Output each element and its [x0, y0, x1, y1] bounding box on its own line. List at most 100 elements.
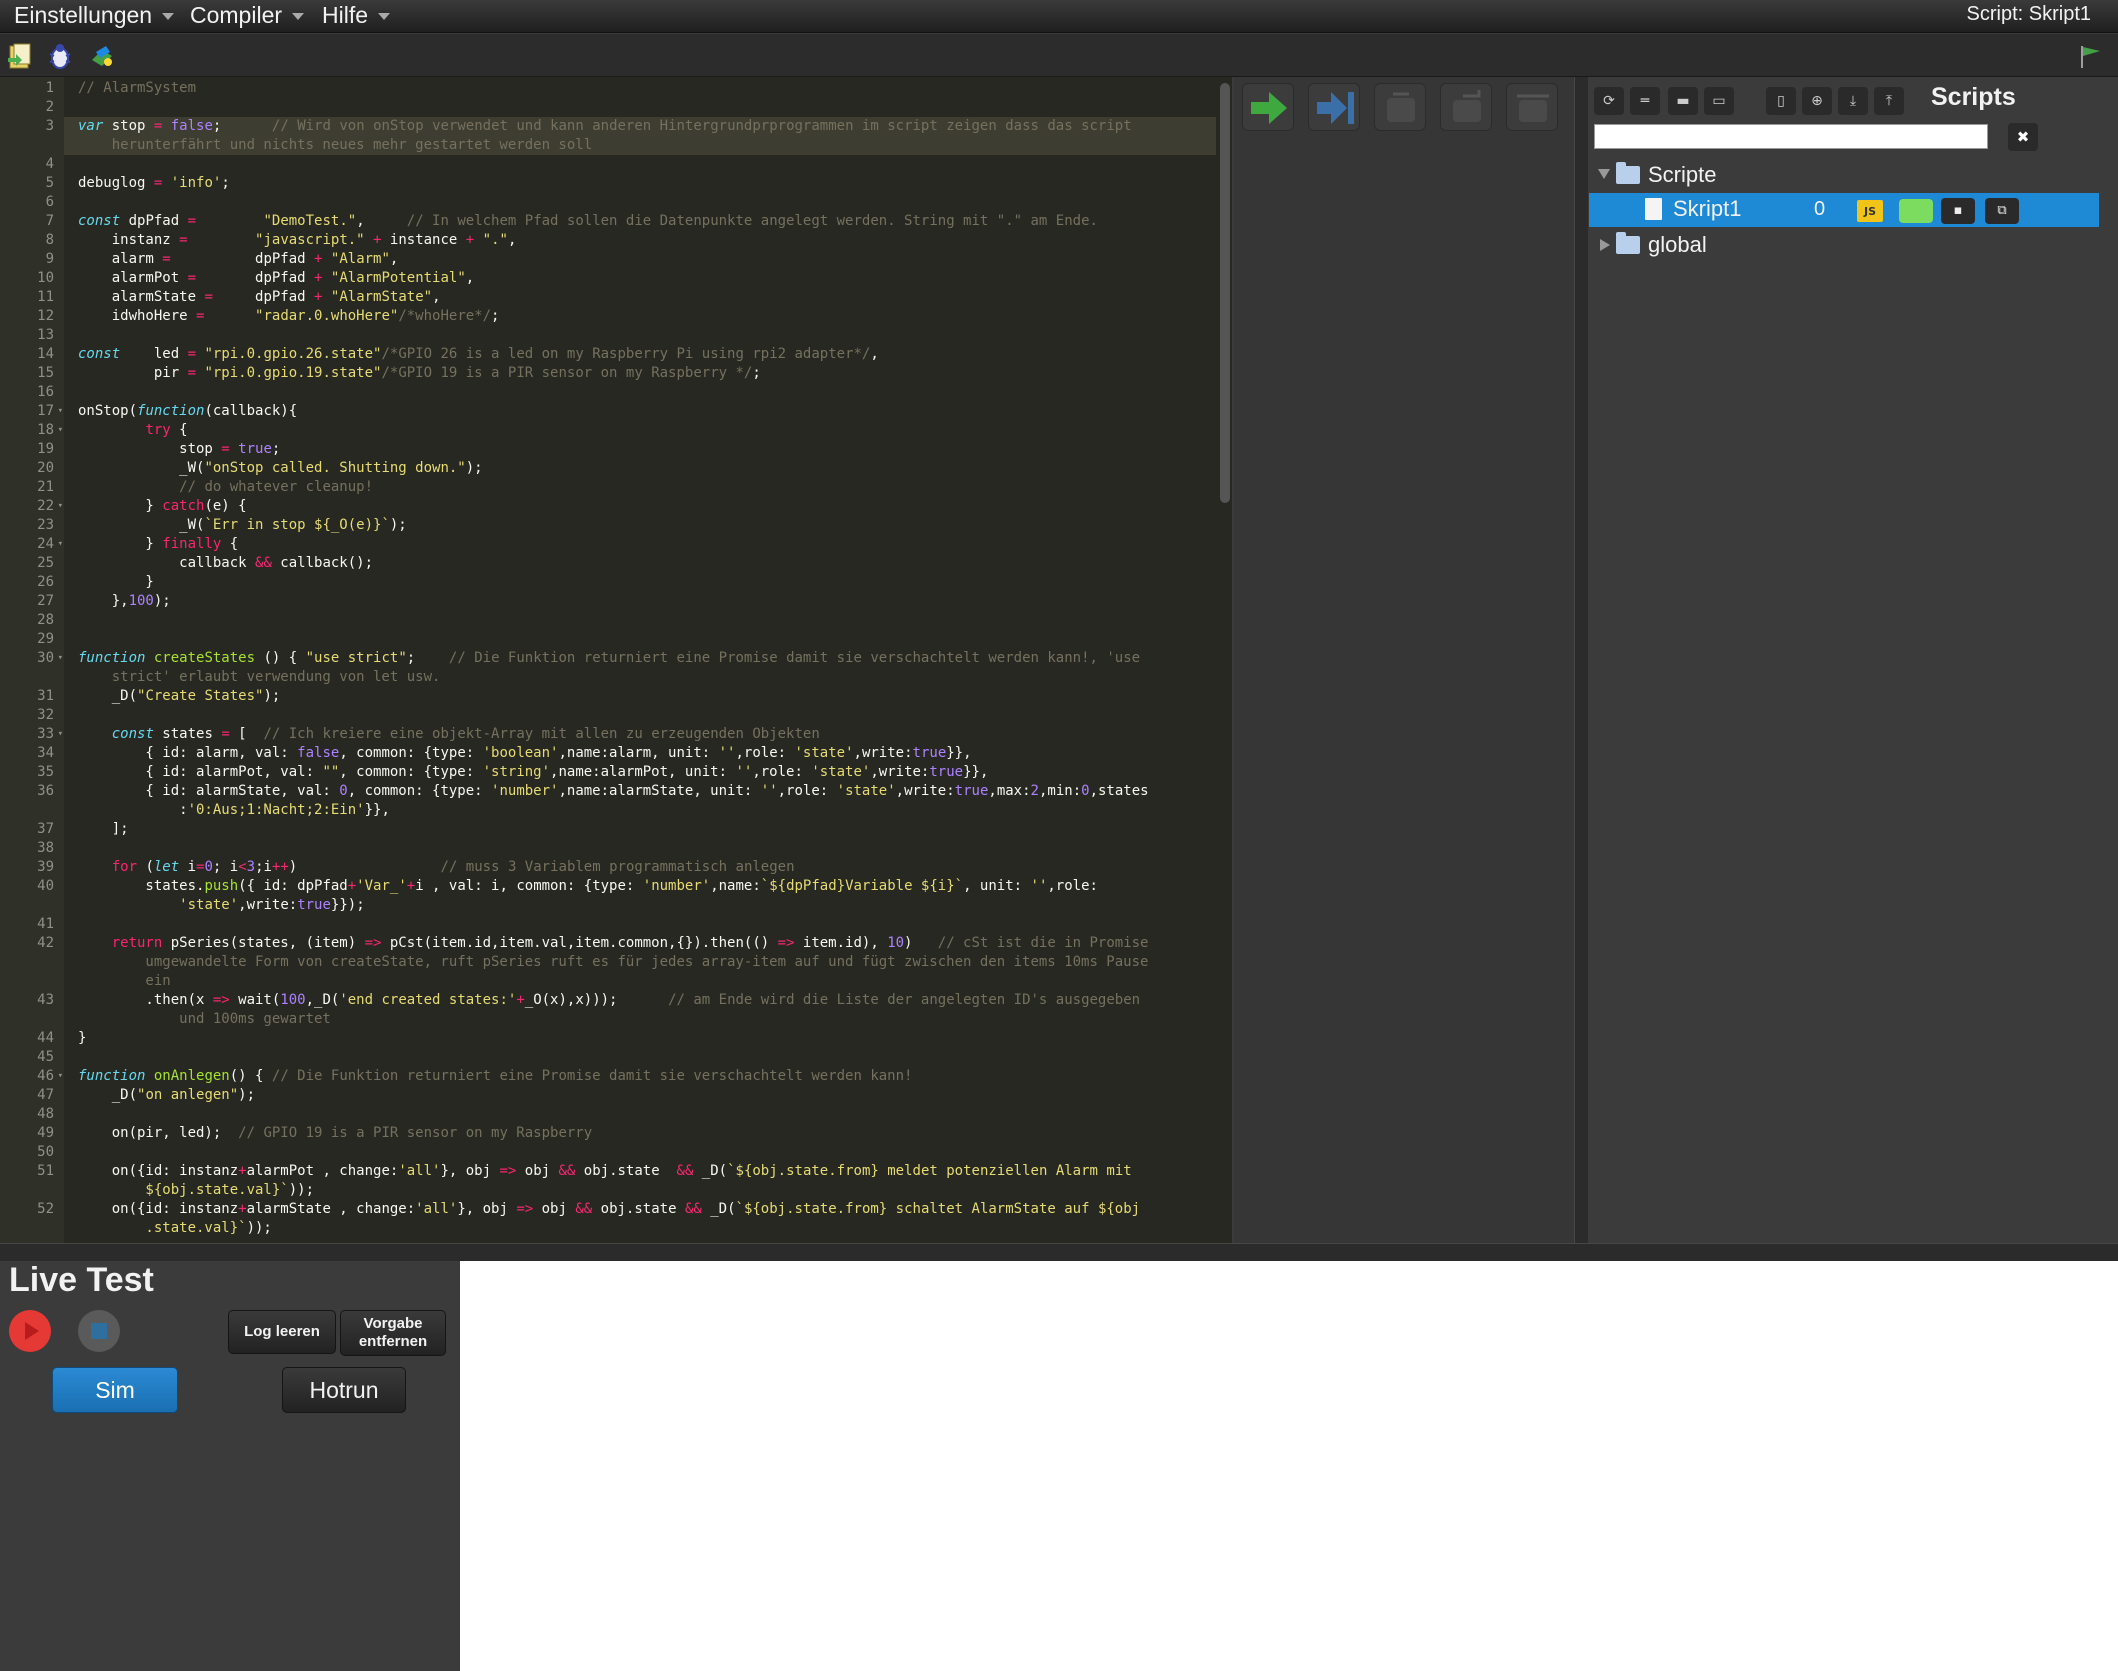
code-line: // AlarmSystem	[78, 80, 197, 96]
line-number: 52	[37, 1201, 54, 1217]
tree-folder-scripte[interactable]: Scripte	[1588, 159, 2098, 193]
compile-icon[interactable]	[88, 42, 116, 70]
script-title: Script: Skript1	[1966, 3, 2091, 25]
line-number: 43	[37, 992, 54, 1008]
chevron-right-icon[interactable]	[1600, 239, 1610, 251]
log-output[interactable]	[460, 1261, 2118, 1671]
download-icon[interactable]: ⤓	[1838, 87, 1868, 115]
vertical-splitter[interactable]	[1574, 77, 1588, 1243]
code-line: const states = [ // Ich kreiere eine obj…	[111, 726, 820, 742]
enable-toggle[interactable]	[1899, 199, 1933, 223]
log-clear-button[interactable]: Log leeren	[228, 1310, 336, 1354]
line-number: 21	[37, 479, 54, 495]
debug-bug-icon[interactable]	[46, 42, 74, 70]
line-number: 37	[37, 821, 54, 837]
collapse-icon[interactable]: ═	[1630, 87, 1660, 115]
new-folder-icon[interactable]: ▬	[1668, 87, 1698, 115]
remove-default-button[interactable]: Vorgabe entfernen	[340, 1310, 446, 1356]
delete-script-button[interactable]: ▪	[1941, 198, 1975, 224]
step-button[interactable]	[1308, 83, 1360, 131]
hotrun-button[interactable]: Hotrun	[282, 1367, 406, 1413]
code-line: .state.val}`));	[78, 1220, 272, 1236]
refresh-icon[interactable]: ⟳	[1594, 87, 1624, 115]
stop-button[interactable]	[78, 1310, 120, 1352]
code-line: herunterfährt und nichts neues mehr gest…	[78, 137, 593, 153]
line-number: 40	[37, 878, 54, 894]
sim-button[interactable]: Sim	[52, 1367, 178, 1413]
debug-step-out-button[interactable]	[1440, 83, 1492, 131]
bug-step-icon	[1387, 92, 1415, 122]
line-number: 48	[37, 1106, 54, 1122]
chevron-down-icon	[292, 13, 305, 21]
script-filter-input[interactable]	[1594, 124, 1988, 149]
debug-restart-button[interactable]	[1506, 83, 1558, 131]
code-line: return pSeries(states, (item) => pCst(it…	[111, 935, 1149, 951]
scripts-title: Scripts	[1931, 83, 2016, 111]
flag-icon[interactable]	[2076, 42, 2104, 70]
code-line: ${obj.state.val}`));	[78, 1182, 315, 1198]
tree-folder-global[interactable]: global	[1588, 229, 2098, 263]
debug-step-button[interactable]	[1374, 83, 1426, 131]
line-number: 38	[37, 840, 54, 856]
menu-hilfe[interactable]: Hilfe	[322, 0, 391, 33]
code-line: onStop(function(callback){	[78, 403, 298, 419]
tree-item-skript1[interactable]: Skript1 0 JS ▪ ⧉	[1589, 193, 2099, 227]
bug-step-out-icon	[1453, 90, 1481, 122]
fold-arrow-icon[interactable]: ▾	[58, 649, 63, 668]
filter-clear-button[interactable]: ✖	[2008, 123, 2038, 151]
code-line: ein	[78, 973, 171, 989]
code-line: function createStates () { "use strict";…	[78, 650, 1141, 666]
line-number: 22 ▾	[37, 497, 63, 516]
fold-arrow-icon[interactable]: ▾	[58, 725, 63, 744]
file-icon	[1645, 198, 1662, 220]
line-number: 12	[37, 308, 54, 324]
code-editor[interactable]: 1 2 3 4 5 6 7 8 9 10 11 12 13 14 15 16 17 ▾ 18 ▾ 19 20 21 22 ▾ 23…	[0, 77, 1232, 1243]
line-number: 13	[37, 327, 54, 343]
menu-einstellungen[interactable]: Einstellungen	[14, 0, 175, 33]
chevron-down-icon	[378, 13, 391, 21]
line-number: 17 ▾	[37, 402, 63, 421]
line-number: 9	[45, 251, 54, 267]
remove-default-label-1: Vorgabe	[363, 1315, 423, 1332]
code-line: debuglog = 'info';	[78, 175, 230, 191]
js-badge: JS	[1857, 200, 1883, 222]
line-number: 14	[37, 346, 54, 362]
menu-compiler[interactable]: Compiler	[190, 0, 305, 33]
code-line: instanz = "javascript." + instance + "."…	[78, 232, 517, 248]
new-script-icon[interactable]: ▯	[1766, 87, 1796, 115]
app-window: Einstellungen Compiler Hilfe Script: Skr…	[0, 0, 2118, 1671]
line-number: 19	[37, 441, 54, 457]
upload-icon[interactable]: ⤒	[1874, 87, 1904, 115]
run-button[interactable]	[1242, 83, 1294, 131]
line-number: 26	[37, 574, 54, 590]
code-line: ];	[78, 821, 129, 837]
record-button[interactable]	[9, 1310, 51, 1352]
menu-einstellungen-label: Einstellungen	[14, 2, 153, 28]
line-number: 24 ▾	[37, 535, 63, 554]
code-line: }	[78, 1030, 87, 1046]
code-line: // do whatever cleanup!	[179, 479, 374, 495]
fold-arrow-icon[interactable]: ▾	[58, 497, 63, 516]
code-line: try {	[145, 422, 188, 438]
line-number: 5	[45, 175, 54, 191]
open-folder-icon[interactable]: ▭	[1704, 87, 1734, 115]
import-file-icon[interactable]	[6, 42, 34, 70]
line-number: 36	[37, 783, 54, 799]
line-number: 10	[37, 270, 54, 286]
code-line: function onAnlegen() { // Die Funktion r…	[78, 1068, 913, 1084]
code-line: const led = "rpi.0.gpio.26.state"/*GPIO …	[78, 346, 879, 362]
bug-restart-icon	[1517, 94, 1549, 122]
fold-arrow-icon[interactable]: ▾	[58, 421, 63, 440]
chevron-down-icon[interactable]	[1598, 169, 1610, 179]
add-icon[interactable]: ⊕	[1802, 87, 1832, 115]
fold-arrow-icon[interactable]: ▾	[58, 1067, 63, 1086]
copy-script-button[interactable]: ⧉	[1985, 198, 2019, 224]
line-number: 39	[37, 859, 54, 875]
horizontal-splitter[interactable]	[0, 1243, 2118, 1261]
code-line: states.push({ id: dpPfad+'Var_'+i , val:…	[78, 878, 1098, 894]
fold-arrow-icon[interactable]: ▾	[58, 535, 63, 554]
editor-scrollbar[interactable]	[1220, 83, 1230, 503]
fold-arrow-icon[interactable]: ▾	[58, 402, 63, 421]
code-line: .then(x => wait(100,_D('end created stat…	[78, 992, 1141, 1008]
line-number: 30 ▾	[37, 649, 63, 668]
